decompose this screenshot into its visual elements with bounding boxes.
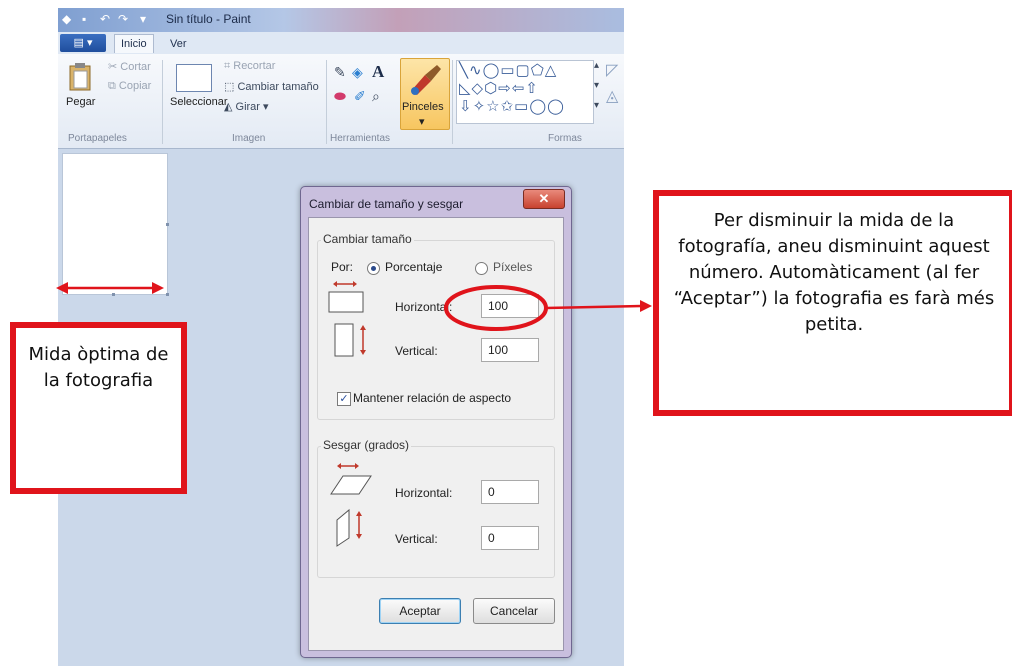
annotation-left-note: Mida òptima de la fotografia: [10, 322, 187, 494]
pointer-arrow: [545, 304, 643, 310]
pointer-arrowhead: [640, 300, 652, 312]
annotation-right-note: Per disminuir la mida de la fotografía, …: [653, 190, 1012, 416]
highlight-ellipse: [444, 285, 548, 331]
